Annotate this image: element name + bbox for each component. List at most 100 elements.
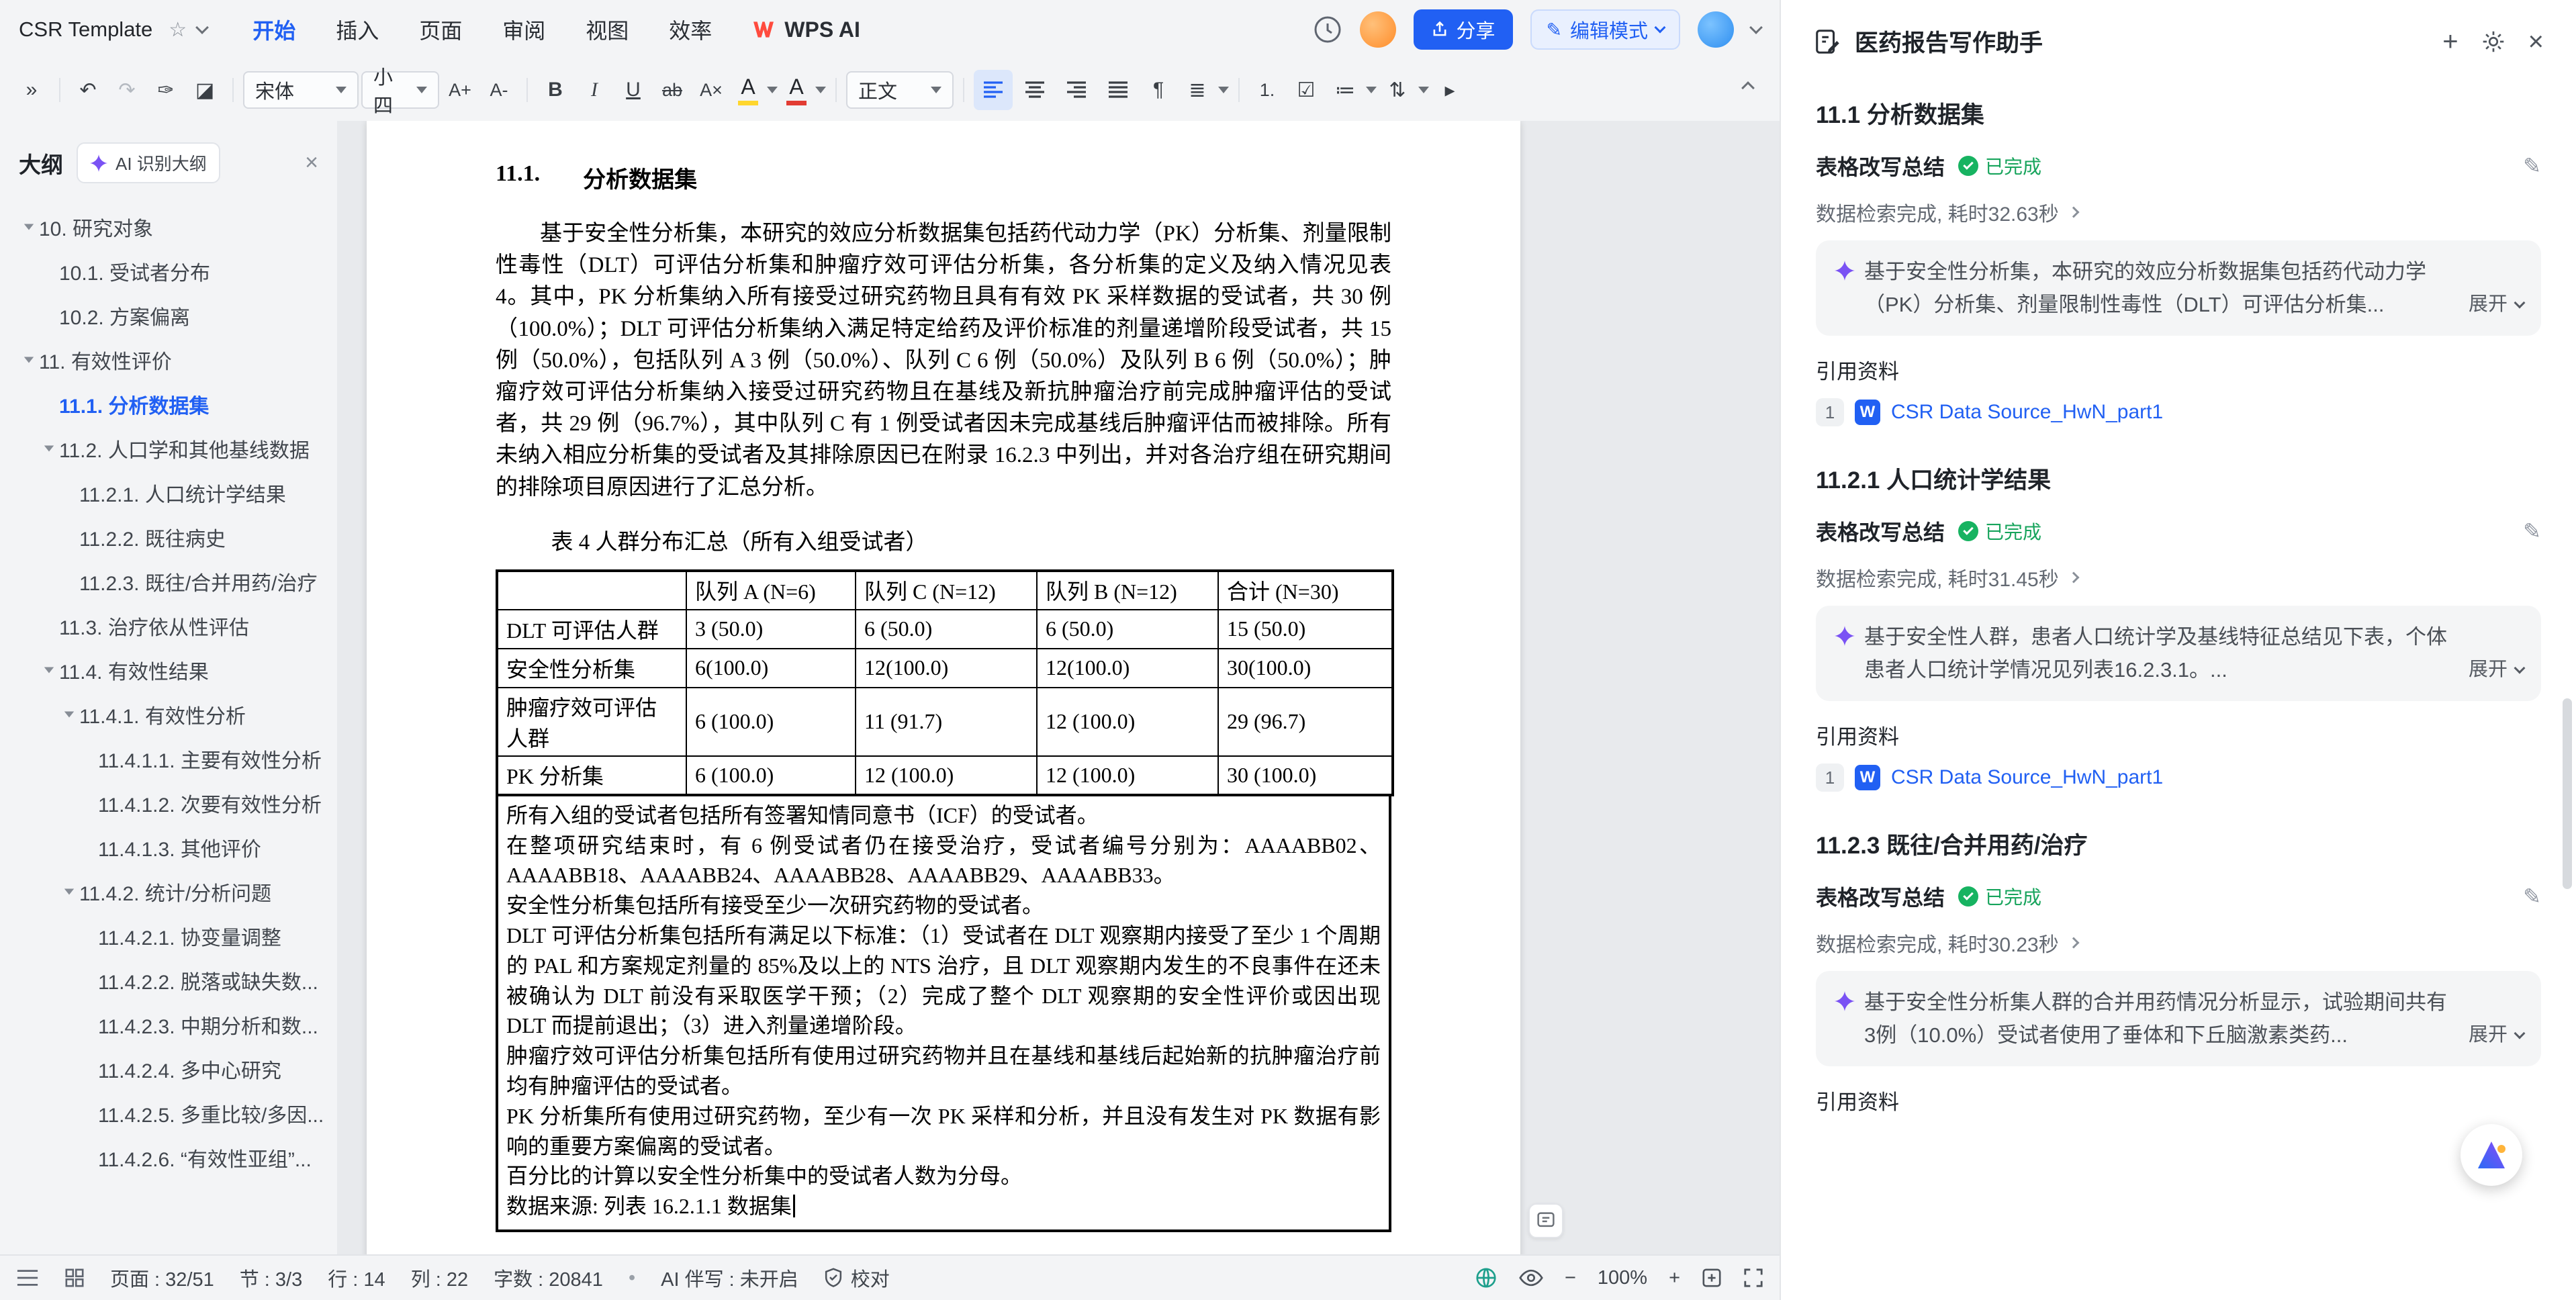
table-caption[interactable]: 表 4 人群分布汇总（所有入组受试者） <box>496 524 1391 556</box>
zoom-level[interactable]: 100% <box>1598 1267 1647 1289</box>
outline-item[interactable]: 11.4.1.1. 主要有效性分析 <box>0 737 337 781</box>
caret-down-icon[interactable] <box>39 445 59 452</box>
new-chat-icon[interactable]: + <box>2442 28 2458 55</box>
column-indicator[interactable]: 列 : 22 <box>411 1264 468 1292</box>
footnote-line[interactable]: 安全性分析集包括所有接受至少一次研究药物的受试者。 <box>506 890 1381 921</box>
edit-summary-icon[interactable]: ✎ <box>2523 153 2541 179</box>
outline-item[interactable]: 11.4.2.2. 脱落或缺失数... <box>0 958 337 1003</box>
clear-formatting-icon[interactable]: A× <box>693 70 729 110</box>
user-avatar[interactable] <box>1698 11 1734 48</box>
outline-item[interactable]: 11.4.1.3. 其他评价 <box>0 825 337 870</box>
expand-button[interactable]: 展开 <box>2460 653 2524 686</box>
outline-item[interactable]: 11.2. 人口学和其他基线数据 <box>0 426 337 471</box>
footnote-line[interactable]: PK 分析集所有使用过研究药物，至少有一次 PK 采样和分析，并且没有发生对 P… <box>506 1101 1381 1162</box>
retrieval-row[interactable]: 数据检索完成, 耗时30.23秒 <box>1816 928 2541 958</box>
citation-number[interactable]: 1 <box>1816 398 1844 426</box>
table-cell[interactable]: 12 (100.0) <box>1037 688 1218 756</box>
outline-item-current[interactable]: 11.1. 分析数据集 <box>0 382 337 426</box>
table-header-cell[interactable]: 队列 A (N=6) <box>686 571 856 610</box>
paragraph-layout-icon[interactable]: ¶ <box>1140 70 1177 110</box>
footnote-line[interactable]: 数据来源: 列表 16.2.1.1 数据集 <box>506 1191 1381 1221</box>
proofread-button[interactable]: 校对 <box>824 1264 890 1292</box>
ai-outline-button[interactable]: AI 识别大纲 <box>77 142 220 183</box>
outline-item[interactable]: 11.2.2. 既往病史 <box>0 515 337 559</box>
outline-item[interactable]: 11.4. 有效性结果 <box>0 648 337 692</box>
fullscreen-icon[interactable] <box>1743 1268 1763 1288</box>
footnote-line[interactable]: 肿瘤疗效可评估分析集包括所有使用过研究药物并且在基线和基线后起始新的抗肿瘤治疗前… <box>506 1041 1381 1101</box>
zoom-out-icon[interactable]: − <box>1565 1267 1576 1289</box>
panel-scrollbar[interactable] <box>2563 698 2572 889</box>
eye-icon[interactable] <box>1519 1268 1543 1287</box>
table-cell[interactable]: 29 (96.7) <box>1218 688 1393 756</box>
outline-item[interactable]: 11.4.2.1. 协变量调整 <box>0 914 337 958</box>
body-paragraph[interactable]: 基于安全性分析集，本研究的效应分析数据集包括药代动力学（PK）分析集、剂量限制性… <box>496 218 1391 504</box>
table-cell[interactable]: 11 (91.7) <box>856 688 1037 756</box>
edit-mode-button[interactable]: ✎ 编辑模式 <box>1530 9 1680 50</box>
line-indicator[interactable]: 行 : 14 <box>328 1264 385 1292</box>
redo-icon[interactable]: ↷ <box>109 70 145 110</box>
decrease-font-icon[interactable]: A- <box>481 70 517 110</box>
outline-item[interactable]: 10. 研究对象 <box>0 205 337 249</box>
edit-summary-icon[interactable]: ✎ <box>2523 884 2541 909</box>
bold-icon[interactable]: B <box>537 70 573 110</box>
ai-copilot-status[interactable]: AI 伴写 : 未开启 <box>661 1264 798 1292</box>
table-cell[interactable]: 6 (50.0) <box>856 610 1037 649</box>
table-cell[interactable]: 6 (100.0) <box>686 756 856 795</box>
tab-wps-ai[interactable]: WPS AI <box>752 17 860 42</box>
collapse-ribbon-icon[interactable] <box>1741 81 1755 95</box>
underline-icon[interactable]: U <box>615 70 651 110</box>
outline-item[interactable]: 10.2. 方案偏离 <box>0 293 337 338</box>
comment-marker-icon[interactable] <box>1528 1203 1563 1238</box>
italic-icon[interactable]: I <box>576 70 612 110</box>
clear-format-eraser-icon[interactable]: ◪ <box>187 70 223 110</box>
format-painter-icon[interactable]: ✑ <box>148 70 184 110</box>
table-cell[interactable]: 安全性分析集 <box>497 649 686 688</box>
numbered-list-icon[interactable]: 1. <box>1249 70 1285 110</box>
highlight-color-button[interactable]: A <box>732 70 778 110</box>
outline-item[interactable]: 11.4.2. 统计/分析问题 <box>0 870 337 914</box>
tab-insert[interactable]: 插入 <box>336 14 379 45</box>
align-left-icon[interactable] <box>974 70 1013 110</box>
share-button[interactable]: 分享 <box>1414 9 1513 50</box>
collaborator-avatar[interactable] <box>1360 11 1396 48</box>
table-cell[interactable]: 12 (100.0) <box>856 756 1037 795</box>
table-cell[interactable]: 6 (50.0) <box>1037 610 1218 649</box>
table-cell[interactable]: 肿瘤疗效可评估人群 <box>497 688 686 756</box>
caret-down-icon[interactable] <box>19 357 39 363</box>
outline-item[interactable]: 11.2.3. 既往/合并用药/治疗 <box>0 559 337 604</box>
footnote-line[interactable]: DLT 可评估分析集包括所有满足以下标准：（1）受试者在 DLT 观察期内接受了… <box>506 921 1381 1041</box>
checklist-icon[interactable]: ☑ <box>1288 70 1324 110</box>
favorite-star-icon[interactable]: ☆ <box>169 18 187 42</box>
table-cell[interactable]: 15 (50.0) <box>1218 610 1393 649</box>
footnote-line[interactable]: 百分比的计算以安全性分析集中的受试者人数为分母。 <box>506 1161 1381 1191</box>
caret-down-icon[interactable] <box>39 667 59 674</box>
table-cell[interactable]: DLT 可评估人群 <box>497 610 686 649</box>
document-page[interactable]: 11.1. 分析数据集 基于安全性分析集，本研究的效应分析数据集包括药代动力学（… <box>367 121 1520 1254</box>
table-cell[interactable]: 6 (100.0) <box>686 688 856 756</box>
population-table[interactable]: 队列 A (N=6) 队列 C (N=12) 队列 B (N=12) 合计 (N… <box>496 569 1394 796</box>
globe-icon[interactable] <box>1475 1266 1498 1289</box>
outline-item[interactable]: 11.2.1. 人口统计学结果 <box>0 471 337 515</box>
citation-number[interactable]: 1 <box>1816 763 1844 792</box>
caret-down-icon[interactable] <box>59 711 79 718</box>
table-header-cell[interactable] <box>497 571 686 610</box>
expand-button[interactable]: 展开 <box>2460 288 2524 321</box>
table-cell[interactable]: 12(100.0) <box>856 649 1037 688</box>
font-size-select[interactable]: 小四 <box>361 71 439 109</box>
caret-down-icon[interactable] <box>19 224 39 230</box>
font-color-button[interactable]: A <box>780 70 826 110</box>
increase-font-icon[interactable]: A+ <box>442 70 478 110</box>
document-title[interactable]: CSR Template <box>19 17 152 42</box>
close-panel-icon[interactable]: × <box>2528 28 2544 55</box>
table-cell[interactable]: 3 (50.0) <box>686 610 856 649</box>
expand-button[interactable]: 展开 <box>2460 1019 2524 1052</box>
table-cell[interactable]: PK 分析集 <box>497 756 686 795</box>
zoom-in-icon[interactable]: + <box>1669 1267 1680 1289</box>
tab-review[interactable]: 审阅 <box>502 14 545 45</box>
tab-efficiency[interactable]: 效率 <box>669 14 712 45</box>
paragraph-style-select[interactable]: 正文 <box>846 71 954 109</box>
fit-page-icon[interactable] <box>1702 1268 1722 1288</box>
citation-row[interactable]: 1 W CSR Data Source_HwN_part1 <box>1816 763 2541 792</box>
page-indicator[interactable]: 页面 : 32/51 <box>110 1264 214 1292</box>
align-right-icon[interactable] <box>1057 70 1096 110</box>
